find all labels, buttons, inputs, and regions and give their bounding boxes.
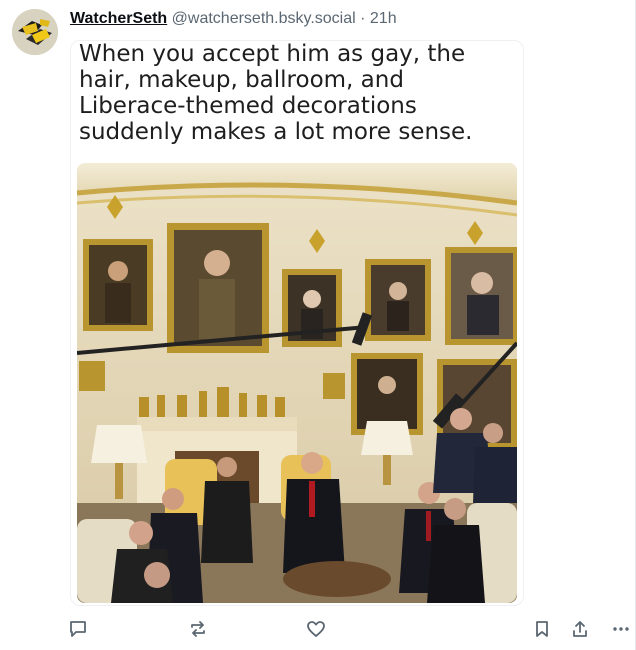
post-actions bbox=[0, 614, 636, 644]
author-display-name[interactable]: WatcherSeth bbox=[70, 10, 167, 27]
post-header: WatcherSeth @watcherseth.bsky.social · 2… bbox=[70, 9, 397, 29]
avatar[interactable] bbox=[12, 9, 58, 55]
more-options-button[interactable] bbox=[606, 614, 636, 644]
repost-button[interactable] bbox=[183, 614, 213, 644]
separator-dot: · bbox=[360, 10, 366, 27]
reply-button[interactable] bbox=[63, 614, 93, 644]
meme-caption: When you accept him as gay, the hair, ma… bbox=[79, 41, 473, 145]
reply-icon bbox=[70, 621, 86, 637]
author-handle[interactable]: @watcherseth.bsky.social bbox=[172, 10, 356, 27]
post-image[interactable]: When you accept him as gay, the hair, ma… bbox=[70, 40, 524, 606]
share-icon bbox=[573, 621, 587, 637]
repost-icon bbox=[191, 621, 205, 637]
like-button[interactable] bbox=[301, 614, 331, 644]
oval-office-photo bbox=[77, 163, 517, 603]
share-button[interactable] bbox=[565, 614, 595, 644]
post-card: WatcherSeth @watcherseth.bsky.social · 2… bbox=[0, 0, 636, 650]
more-options-icon bbox=[613, 627, 629, 631]
heart-icon bbox=[307, 621, 325, 637]
bookmark-icon bbox=[536, 621, 548, 637]
post-timestamp[interactable]: 21h bbox=[370, 10, 397, 27]
bookmark-button[interactable] bbox=[527, 614, 557, 644]
avatar-image bbox=[12, 9, 58, 55]
